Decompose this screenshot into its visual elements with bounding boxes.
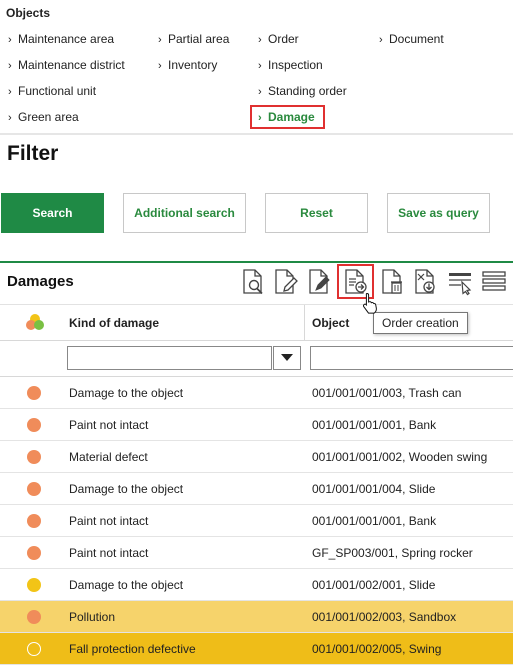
object-cell: 001/001/001/001, Bank bbox=[312, 418, 437, 432]
nav-item-functional-unit[interactable]: › Functional unit bbox=[8, 84, 96, 98]
nav-item-damage[interactable]: › Damage bbox=[250, 105, 325, 129]
kind-of-damage-cell: Damage to the object bbox=[69, 482, 184, 496]
table-row[interactable]: Paint not intact GF_SP003/001, Spring ro… bbox=[0, 537, 513, 569]
column-divider bbox=[304, 305, 305, 341]
kind-of-damage-cell: Damage to the object bbox=[69, 578, 184, 592]
nav-item-label: Maintenance area bbox=[18, 32, 115, 46]
kind-of-damage-cell: Paint not intact bbox=[69, 546, 149, 560]
nav-item-label: Standing order bbox=[268, 84, 347, 98]
order-creation-tooltip: Order creation bbox=[373, 312, 468, 334]
kind-of-damage-header[interactable]: Kind of damage bbox=[69, 305, 159, 341]
table-row[interactable]: Pollution 001/001/002/003, Sandbox bbox=[0, 601, 513, 633]
table-row[interactable]: Material defect 001/001/001/002, Wooden … bbox=[0, 441, 513, 473]
object-cell: 001/001/001/001, Bank bbox=[312, 514, 437, 528]
objects-title: Objects bbox=[6, 6, 51, 20]
document-pen-icon[interactable] bbox=[306, 268, 332, 296]
chevron-right-icon: › bbox=[258, 34, 262, 46]
kind-filter-input[interactable] bbox=[67, 346, 272, 370]
table-row[interactable]: Paint not intact 001/001/001/001, Bank bbox=[0, 505, 513, 537]
status-dot bbox=[27, 418, 41, 432]
menu-lines-icon[interactable] bbox=[481, 268, 507, 296]
kind-of-damage-cell: Paint not intact bbox=[69, 418, 149, 432]
nav-item-green-area[interactable]: › Green area bbox=[8, 110, 79, 124]
nav-item-order[interactable]: › Order bbox=[258, 32, 299, 46]
nav-item-standing-order[interactable]: › Standing order bbox=[258, 84, 347, 98]
chevron-right-icon: › bbox=[258, 60, 262, 72]
chevron-right-icon: › bbox=[258, 86, 262, 98]
table-row[interactable]: Damage to the object 001/001/001/004, Sl… bbox=[0, 473, 513, 505]
nav-item-inspection[interactable]: › Inspection bbox=[258, 58, 323, 72]
status-colors-icon bbox=[26, 314, 44, 330]
nav-item-maintenance-area[interactable]: › Maintenance area bbox=[8, 32, 114, 46]
nav-item-label: Damage bbox=[268, 110, 315, 124]
nav-item-partial-area[interactable]: › Partial area bbox=[158, 32, 229, 46]
table-row[interactable]: Damage to the object 001/001/001/003, Tr… bbox=[0, 377, 513, 409]
kind-of-damage-cell: Damage to the object bbox=[69, 386, 184, 400]
kind-of-damage-cell: Paint not intact bbox=[69, 514, 149, 528]
save-as-query-button[interactable]: Save as query bbox=[387, 193, 490, 233]
nav-item-label: Maintenance district bbox=[18, 58, 125, 72]
nav-item-label: Partial area bbox=[168, 32, 230, 46]
nav-item-maintenance-district[interactable]: › Maintenance district bbox=[8, 58, 125, 72]
object-filter-input[interactable] bbox=[310, 346, 513, 370]
table-filter-row bbox=[0, 341, 513, 377]
status-dot bbox=[27, 642, 41, 656]
nav-item-label: Document bbox=[389, 32, 444, 46]
table-row[interactable]: Damage to the object 001/001/002/001, Sl… bbox=[0, 569, 513, 601]
filter-title: Filter bbox=[7, 142, 59, 165]
object-header[interactable]: Object bbox=[312, 305, 349, 341]
status-dot bbox=[27, 450, 41, 464]
chevron-right-icon: › bbox=[158, 34, 162, 46]
object-cell: 001/001/002/005, Swing bbox=[312, 642, 442, 656]
object-cell: 001/001/002/001, Slide bbox=[312, 578, 436, 592]
status-dot bbox=[27, 610, 41, 624]
chevron-right-icon: › bbox=[8, 86, 12, 98]
chevron-down-icon bbox=[281, 354, 293, 361]
nav-item-label: Inventory bbox=[168, 58, 218, 72]
nav-item-inventory[interactable]: › Inventory bbox=[158, 58, 217, 72]
document-search-icon[interactable] bbox=[240, 268, 266, 296]
status-dot bbox=[27, 482, 41, 496]
object-cell: 001/001/002/003, Sandbox bbox=[312, 610, 457, 624]
search-button[interactable]: Search bbox=[1, 193, 104, 233]
kind-of-damage-cell: Fall protection defective bbox=[69, 642, 196, 656]
object-cell: 001/001/001/002, Wooden swing bbox=[312, 450, 488, 464]
chevron-right-icon: › bbox=[158, 60, 162, 72]
chevron-right-icon: › bbox=[379, 34, 383, 46]
object-cell: 001/001/001/003, Trash can bbox=[312, 386, 462, 400]
table-row[interactable]: Paint not intact 001/001/001/001, Bank bbox=[0, 409, 513, 441]
object-cell: 001/001/001/004, Slide bbox=[312, 482, 436, 496]
damages-title: Damages bbox=[7, 273, 74, 290]
reset-button[interactable]: Reset bbox=[265, 193, 368, 233]
order-creation-button[interactable] bbox=[337, 264, 374, 299]
document-delete-icon[interactable] bbox=[379, 268, 405, 296]
chevron-right-icon: › bbox=[258, 112, 262, 124]
status-dot bbox=[27, 386, 41, 400]
kind-of-damage-cell: Material defect bbox=[69, 450, 148, 464]
kind-of-damage-cell: Pollution bbox=[69, 610, 116, 624]
status-dot bbox=[27, 514, 41, 528]
chevron-right-icon: › bbox=[8, 60, 12, 72]
table-row[interactable]: Fall protection defective 001/001/002/00… bbox=[0, 633, 513, 665]
object-cell: GF_SP003/001, Spring rocker bbox=[312, 546, 473, 560]
document-edit-icon[interactable] bbox=[272, 268, 298, 296]
order-creation-icon bbox=[345, 269, 367, 294]
chevron-right-icon: › bbox=[8, 112, 12, 124]
chevron-right-icon: › bbox=[8, 34, 12, 46]
nav-item-label: Green area bbox=[18, 110, 79, 124]
nav-item-document[interactable]: › Document bbox=[379, 32, 444, 46]
panel-divider bbox=[0, 261, 513, 263]
column-filter-icon[interactable] bbox=[447, 268, 473, 296]
nav-item-label: Order bbox=[268, 32, 299, 46]
nav-item-label: Inspection bbox=[268, 58, 323, 72]
status-dot bbox=[27, 578, 41, 592]
document-download-icon[interactable] bbox=[412, 268, 438, 296]
objects-nav: Objects › Maintenance area › Partial area … bbox=[0, 0, 513, 135]
status-column-header[interactable] bbox=[25, 305, 45, 341]
status-dot bbox=[27, 546, 41, 560]
kind-filter-dropdown-button[interactable] bbox=[273, 346, 301, 370]
nav-item-label: Functional unit bbox=[18, 84, 97, 98]
additional-search-button[interactable]: Additional search bbox=[123, 193, 246, 233]
